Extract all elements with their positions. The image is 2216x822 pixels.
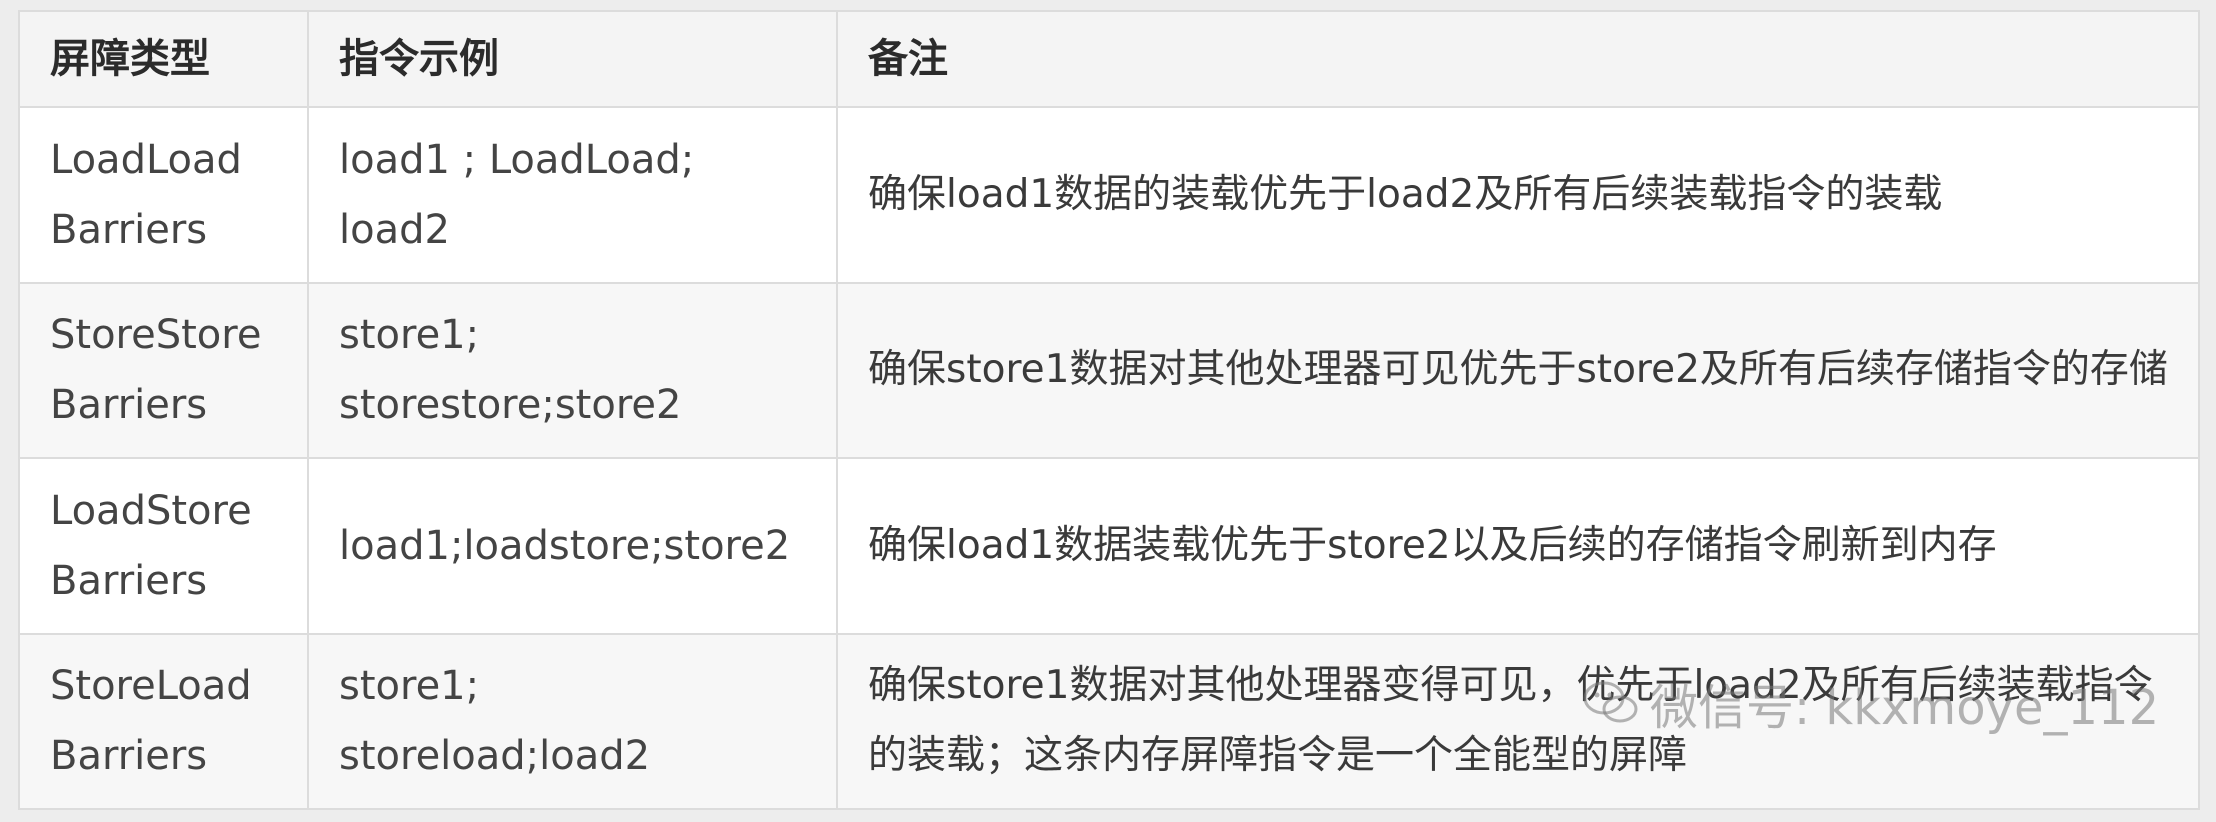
- page-frame: 屏障类型 指令示例 备注 LoadLoad Barriers load1 ; L…: [0, 0, 2216, 822]
- note-cell: 确保load1数据的装载优先于load2及所有后续装载指令的装载: [836, 106, 2200, 284]
- instruction-example-cell: load1 ; LoadLoad; load2: [307, 106, 838, 284]
- barrier-type-line2: Barriers: [50, 733, 208, 780]
- instruction-example-cell: store1; storestore;store2: [307, 281, 838, 459]
- table-row: StoreLoad Barriers store1; storeload;loa…: [18, 632, 2200, 810]
- note-cell: 确保load1数据装载优先于store2以及后续的存储指令刷新到内存: [836, 457, 2200, 635]
- note-cell: 确保store1数据对其他处理器变得可见，优先于load2及所有后续装载指令的装…: [836, 632, 2200, 810]
- example-line2: load2: [339, 206, 450, 253]
- barrier-type-line2: Barriers: [50, 382, 208, 429]
- barrier-type-line1: LoadStore: [50, 487, 252, 534]
- header-instruction-example: 指令示例: [307, 10, 838, 108]
- table-header-row: 屏障类型 指令示例 备注: [18, 10, 2200, 108]
- barrier-type-line2: Barriers: [50, 206, 208, 253]
- barrier-type-line2: Barriers: [50, 557, 208, 604]
- example-line1: load1 ; LoadLoad;: [339, 136, 695, 183]
- barrier-type-line1: StoreStore: [50, 312, 262, 359]
- table-row: LoadLoad Barriers load1 ; LoadLoad; load…: [18, 106, 2200, 284]
- barrier-type-cell: LoadStore Barriers: [18, 457, 309, 635]
- note-cell: 确保store1数据对其他处理器可见优先于store2及所有后续存储指令的存储: [836, 281, 2200, 459]
- memory-barrier-table: 屏障类型 指令示例 备注 LoadLoad Barriers load1 ; L…: [18, 10, 2200, 810]
- barrier-type-line1: StoreLoad: [50, 663, 252, 710]
- example-line2: storestore;store2: [339, 382, 682, 429]
- header-note: 备注: [836, 10, 2200, 108]
- example-line1: load1;loadstore;store2: [339, 522, 791, 569]
- table-row: LoadStore Barriers load1;loadstore;store…: [18, 457, 2200, 635]
- barrier-type-cell: StoreStore Barriers: [18, 281, 309, 459]
- example-line2: storeload;load2: [339, 733, 651, 780]
- barrier-type-cell: LoadLoad Barriers: [18, 106, 309, 284]
- table-row: StoreStore Barriers store1; storestore;s…: [18, 281, 2200, 459]
- instruction-example-cell: load1;loadstore;store2: [307, 457, 838, 635]
- header-barrier-type: 屏障类型: [18, 10, 309, 108]
- example-line1: store1;: [339, 312, 480, 359]
- barrier-type-line1: LoadLoad: [50, 136, 242, 183]
- instruction-example-cell: store1; storeload;load2: [307, 632, 838, 810]
- example-line1: store1;: [339, 663, 480, 710]
- barrier-type-cell: StoreLoad Barriers: [18, 632, 309, 810]
